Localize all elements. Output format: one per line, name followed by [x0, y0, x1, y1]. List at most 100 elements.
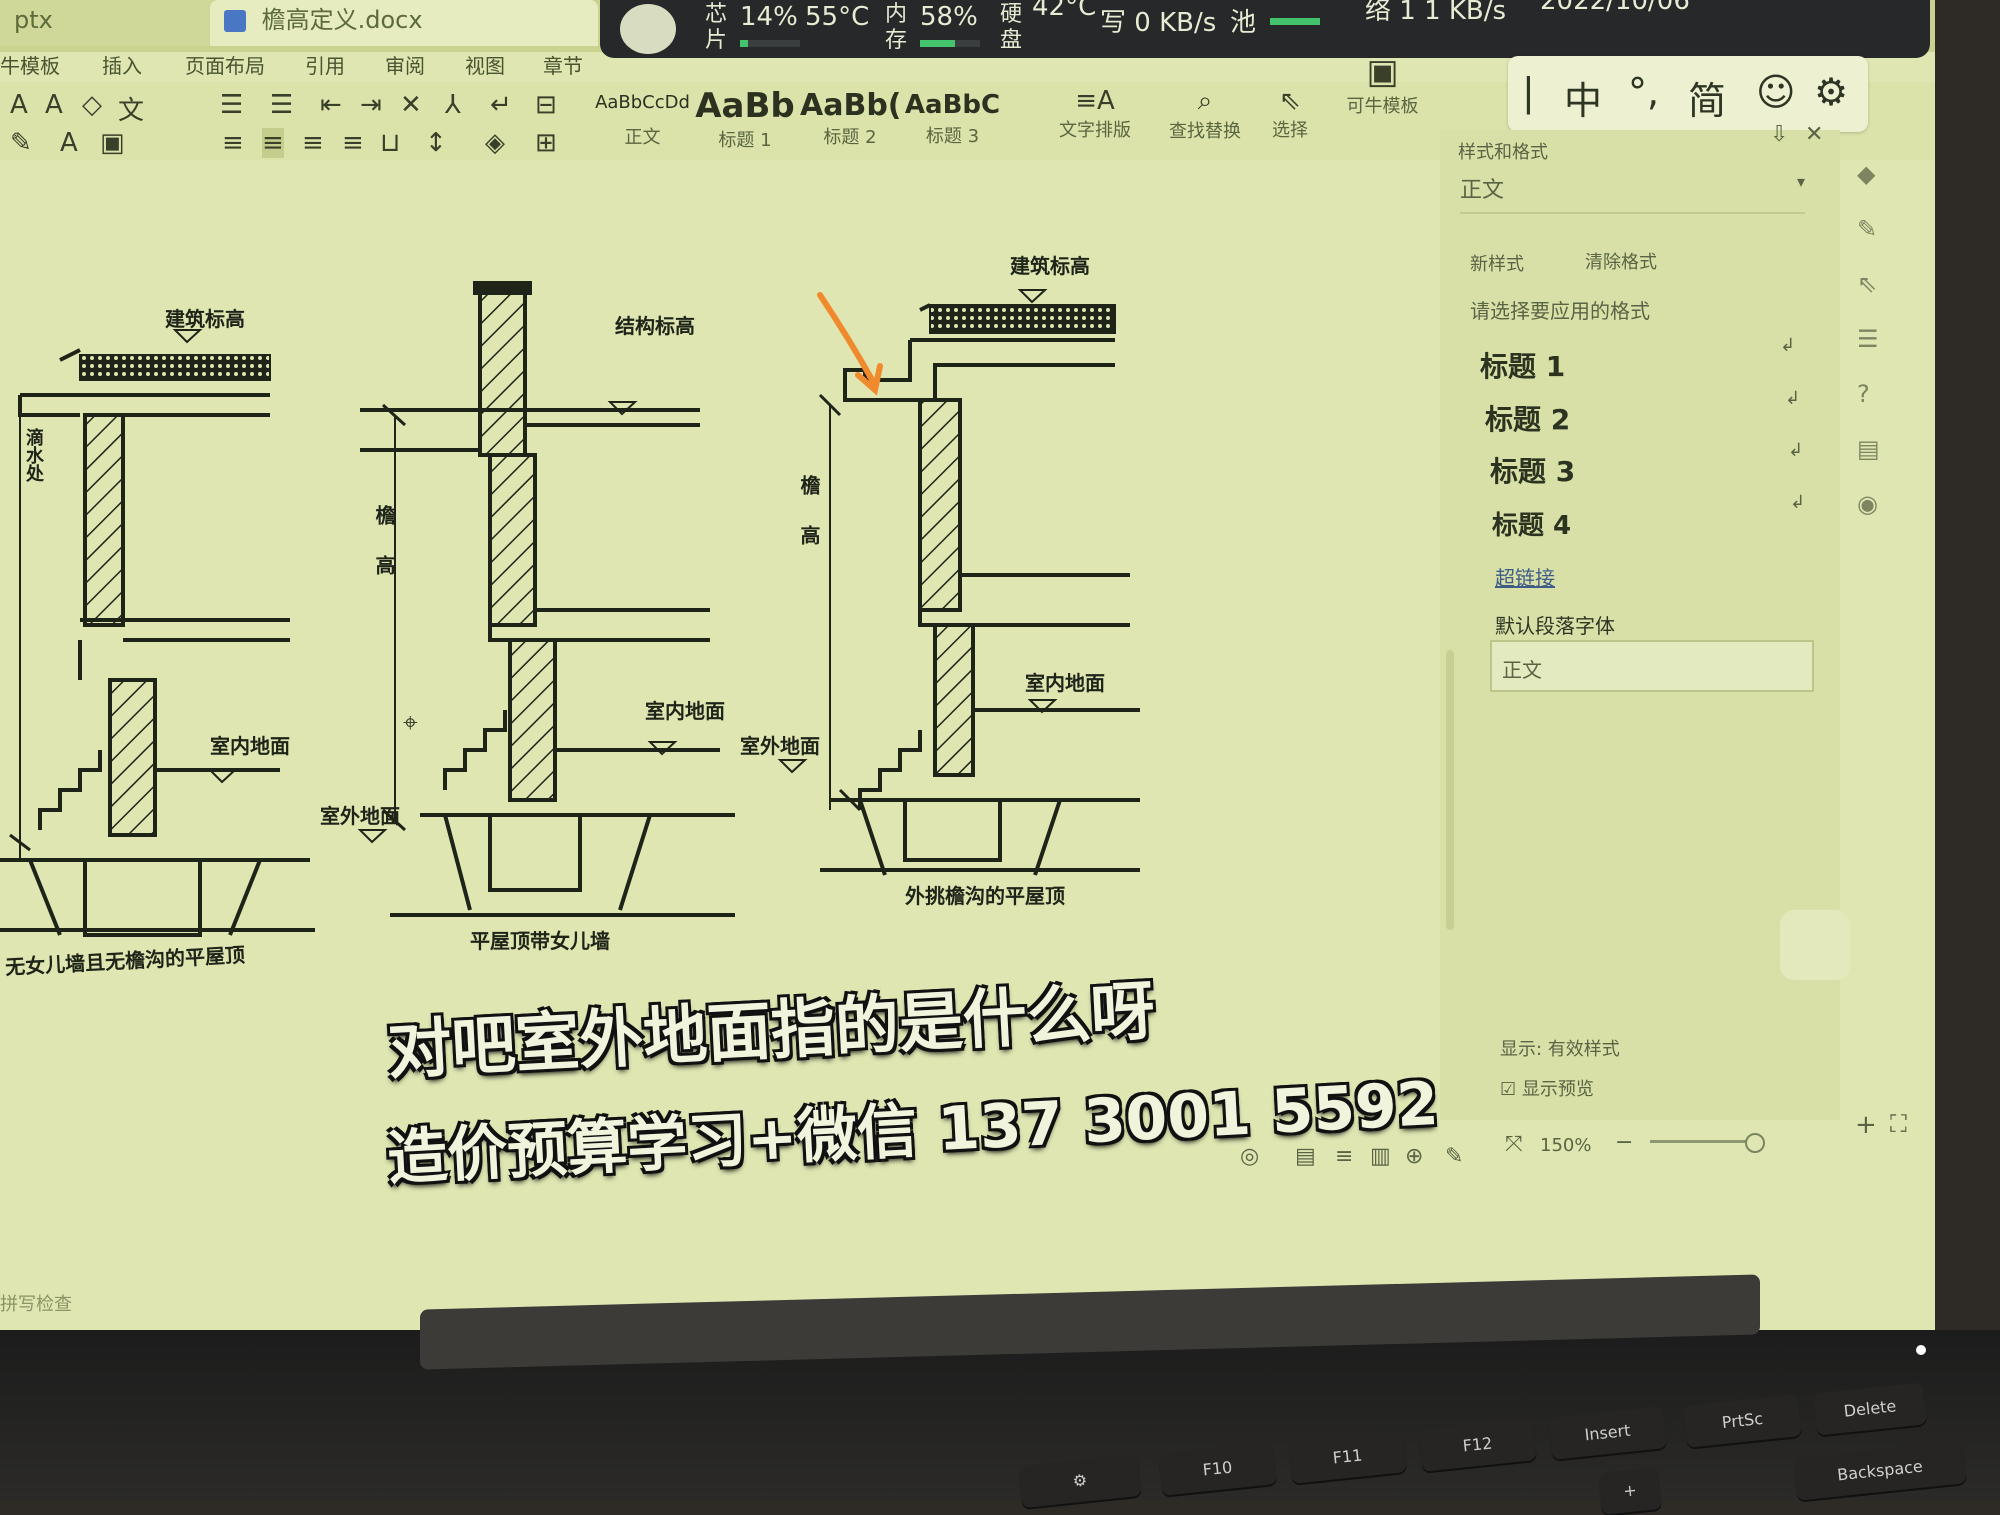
- close-icon[interactable]: ✕: [1805, 122, 1823, 147]
- sliders-icon[interactable]: ☰: [1857, 325, 1879, 353]
- d1-top-label: 建筑标高: [165, 307, 245, 331]
- d2-top-label: 结构标高: [615, 314, 695, 338]
- style-brush-icon[interactable]: ◆: [1857, 160, 1875, 188]
- find-replace-button[interactable]: ⌕ 查找替换: [1160, 86, 1250, 143]
- key-plus[interactable]: +: [1597, 1466, 1663, 1515]
- style-list-heading-1[interactable]: 标题 1: [1480, 345, 1565, 385]
- clear-format-icon[interactable]: ◇: [82, 90, 102, 120]
- shading-icon[interactable]: ◈: [485, 128, 505, 158]
- ribbon-tab-review[interactable]: 审阅: [385, 50, 425, 79]
- bullets-icon[interactable]: ☰: [220, 90, 243, 120]
- show-filter-label[interactable]: 显示: 有效样式: [1500, 1035, 1620, 1061]
- template-button[interactable]: ▣ 可牛模板: [1335, 52, 1430, 118]
- clear-format-button[interactable]: 清除格式: [1585, 248, 1657, 274]
- zoom-slider-thumb[interactable]: [1745, 1133, 1765, 1153]
- image-icon[interactable]: ▤: [1857, 435, 1880, 463]
- style-heading-3[interactable]: AaBbC 标题 3: [900, 86, 1005, 156]
- style-heading-2[interactable]: AaBb( 标题 2: [800, 86, 902, 156]
- font-size-decrease-icon[interactable]: A: [45, 90, 63, 120]
- style-list-normal[interactable]: 正文: [1490, 640, 1814, 692]
- chinese-layout-icon[interactable]: ✕: [400, 90, 422, 120]
- ribbon-tab-view[interactable]: 视图: [465, 50, 505, 79]
- table-tools-icon[interactable]: ⊟: [535, 90, 557, 120]
- emoji-icon[interactable]: ☺: [1756, 70, 1796, 114]
- show-marks-icon[interactable]: ↵: [490, 90, 512, 120]
- increase-indent-icon[interactable]: ⇥: [360, 90, 382, 120]
- zoom-in-icon[interactable]: +: [1855, 1110, 1877, 1140]
- distributed-icon[interactable]: ⊔: [380, 128, 400, 158]
- help-icon[interactable]: ?: [1857, 380, 1870, 408]
- pin-icon[interactable]: ⇩: [1770, 122, 1788, 147]
- font-size-increase-icon[interactable]: A: [10, 90, 28, 120]
- numbering-icon[interactable]: ☰: [270, 90, 293, 120]
- preview-checkbox[interactable]: ☑ 显示预览: [1500, 1075, 1594, 1101]
- borders-icon[interactable]: ⊞: [535, 128, 557, 158]
- tab-document[interactable]: 檐高定义.docx: [210, 0, 598, 46]
- ime-simplified-toggle[interactable]: 简: [1688, 70, 1726, 125]
- style-normal[interactable]: AaBbCcDd 正文: [595, 86, 690, 156]
- reading-view-icon[interactable]: ▥: [1370, 1144, 1391, 1169]
- edit-view-icon[interactable]: ✎: [1445, 1144, 1463, 1169]
- ime-drag-handle[interactable]: |: [1522, 70, 1535, 114]
- line-spacing-icon[interactable]: ↕: [425, 128, 447, 158]
- phonetic-guide-icon[interactable]: 文: [118, 90, 144, 127]
- char-border-icon[interactable]: ▣: [100, 128, 125, 158]
- new-style-button[interactable]: 新样式: [1470, 250, 1524, 276]
- justify-icon[interactable]: ≡: [342, 128, 364, 158]
- font-color-icon[interactable]: A: [60, 128, 78, 158]
- align-right-icon[interactable]: ≡: [302, 128, 324, 158]
- ribbon-tab-template[interactable]: 牛模板: [0, 50, 60, 79]
- current-style-select[interactable]: 正文 ▾: [1460, 172, 1805, 214]
- disk-label: 硬盘: [1000, 2, 1023, 53]
- ime-mode-toggle[interactable]: 中: [1564, 70, 1602, 125]
- template-grid-icon: ▣: [1366, 52, 1399, 92]
- style-list-hyperlink[interactable]: 超链接: [1495, 562, 1555, 591]
- key-f10[interactable]: F10: [1158, 1442, 1277, 1496]
- style-heading-1[interactable]: AaBb 标题 1: [695, 86, 795, 156]
- ribbon-tab-references[interactable]: 引用: [305, 50, 345, 79]
- location-icon[interactable]: ◉: [1857, 490, 1878, 518]
- ribbon-tab-insert[interactable]: 插入: [102, 50, 142, 79]
- d2-height-label: 檐高: [372, 505, 396, 605]
- style-list-heading-2[interactable]: 标题 2: [1485, 398, 1570, 438]
- style-label: 标题 2: [823, 127, 877, 148]
- style-list-default-font[interactable]: 默认段落字体: [1495, 610, 1615, 639]
- zoom-out-icon[interactable]: −: [1615, 1130, 1633, 1155]
- ime-punctuation-toggle[interactable]: °,: [1628, 70, 1659, 114]
- fit-page-icon[interactable]: ⤧: [1505, 1132, 1523, 1157]
- mouse-cursor-icon: ⌖: [403, 708, 418, 738]
- d3-height-label: 檐高: [797, 475, 821, 575]
- select-button[interactable]: ⇖ 选择: [1260, 86, 1320, 142]
- sort-icon[interactable]: ⅄: [445, 90, 461, 120]
- align-left-icon[interactable]: ≡: [222, 128, 244, 158]
- disk-write: 写 0 KB/s: [1100, 8, 1217, 38]
- key-insert[interactable]: Insert: [1548, 1406, 1667, 1460]
- gear-icon[interactable]: ⚙: [1814, 70, 1848, 114]
- pane-scrollbar[interactable]: [1446, 650, 1454, 930]
- web-view-icon[interactable]: ⊕: [1405, 1144, 1423, 1169]
- key-f12[interactable]: F12: [1418, 1418, 1537, 1472]
- pen-icon[interactable]: ✎: [1857, 215, 1877, 243]
- ribbon-tab-layout[interactable]: 页面布局: [185, 50, 265, 79]
- ribbon-tab-chapter[interactable]: 章节: [543, 50, 583, 79]
- cursor-arrow-icon[interactable]: ⇖: [1857, 270, 1877, 298]
- align-center-icon[interactable]: ≡: [262, 128, 284, 158]
- zoom-level[interactable]: 150%: [1540, 1135, 1591, 1156]
- style-list-heading-3[interactable]: 标题 3: [1490, 450, 1575, 490]
- date: 2022/10/06: [1540, 0, 1690, 16]
- d1-indoor-label: 室内地面: [210, 734, 290, 758]
- return-icon: ↲: [1788, 440, 1804, 461]
- key-backspace[interactable]: Backspace: [1793, 1441, 1967, 1501]
- tab-other-file[interactable]: ptx: [0, 0, 228, 46]
- style-list-heading-4[interactable]: 标题 4: [1492, 505, 1571, 542]
- text-layout-button[interactable]: ≡A 文字排版: [1045, 86, 1145, 142]
- assistant-bubble-icon[interactable]: [1780, 910, 1850, 980]
- fullscreen-icon[interactable]: ⛶: [1890, 1110, 1907, 1138]
- key-settings-icon[interactable]: ⚙: [1018, 1453, 1142, 1509]
- decrease-indent-icon[interactable]: ⇤: [320, 90, 342, 120]
- d2-caption: 平屋顶带女儿墙: [470, 929, 610, 953]
- highlight-icon[interactable]: ✎: [10, 128, 32, 158]
- key-f11[interactable]: F11: [1288, 1430, 1407, 1484]
- outline-view-icon[interactable]: ≡: [1335, 1144, 1353, 1169]
- zoom-slider[interactable]: [1650, 1140, 1760, 1143]
